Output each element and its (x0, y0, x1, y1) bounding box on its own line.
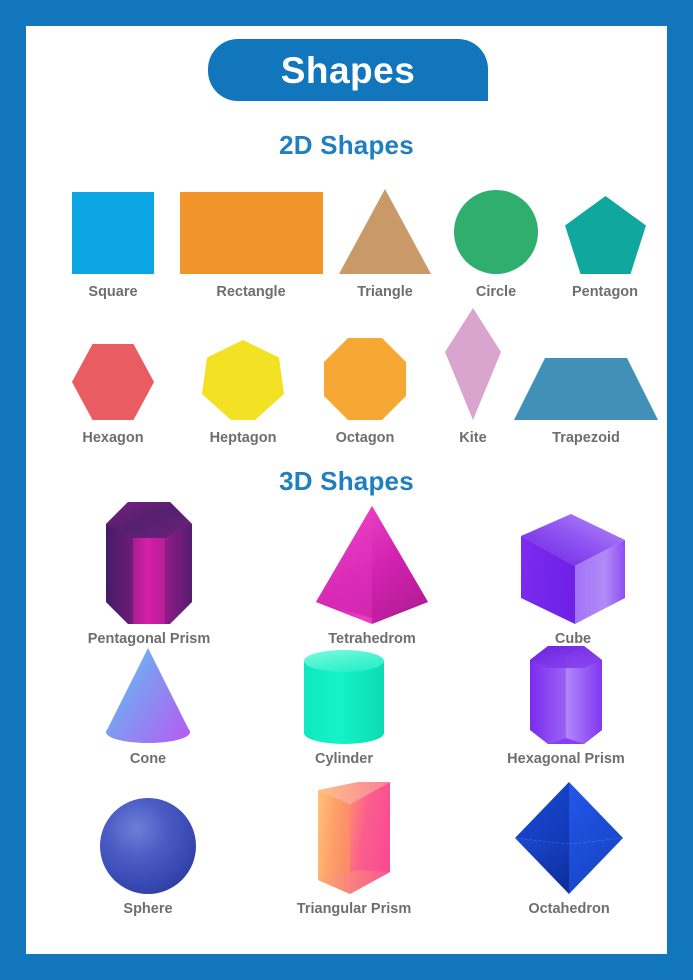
hexagon-shape (72, 320, 154, 420)
shape-label: Trapezoid (552, 430, 620, 446)
square-shape (72, 174, 154, 274)
poster-sheet: Shapes 2D Shapes Square Rectangle Triang… (26, 26, 667, 954)
shape-cell-pentagonal-prism: Pentagonal Prism (44, 496, 254, 647)
shape-label: Cylinder (314, 751, 373, 767)
heptagon-shape (202, 320, 284, 420)
shape-cell-octahedron: Octahedron (474, 778, 664, 917)
shape-label: Circle (475, 284, 517, 300)
tetrahedron-shape (316, 496, 428, 624)
shape-cell-triangular-prism: Triangular Prism (254, 778, 454, 917)
shape-label: Triangular Prism (296, 901, 412, 917)
octahedron-shape (515, 778, 623, 894)
pentagon-shape (564, 174, 646, 274)
shape-cell-trapezoid: Trapezoid (506, 320, 666, 446)
shape-label: Sphere (123, 901, 173, 917)
kite-shape (445, 304, 501, 420)
shape-cell-cube: Cube (488, 496, 658, 647)
trapezoid-shape (514, 320, 658, 420)
circle-shape (454, 174, 538, 274)
shape-label: Heptagon (209, 430, 277, 446)
shape-cell-octagon: Octagon (301, 320, 429, 446)
rectangle-shape (179, 174, 323, 274)
shape-label: Octahedron (528, 901, 610, 917)
shape-label: Pentagon (571, 284, 639, 300)
shape-cell-hexagon: Hexagon (48, 320, 178, 446)
cylinder-shape (304, 644, 384, 744)
shape-cell-tetrahedron: Tetrahedrom (274, 496, 470, 647)
shape-cell-triangle: Triangle (321, 174, 449, 300)
shape-cell-heptagon: Heptagon (178, 320, 308, 446)
shape-cell-circle: Circle (436, 174, 556, 300)
shape-label: Cone (129, 751, 167, 767)
shape-cell-square: Square (48, 174, 178, 300)
shape-cell-hexagonal-prism: Hexagonal Prism (466, 644, 666, 767)
shape-label: Octagon (335, 430, 395, 446)
shape-cell-cylinder: Cylinder (264, 644, 424, 767)
pentagonal-prism-shape (106, 496, 192, 624)
octagon-shape (324, 320, 406, 420)
shape-label: Hexagon (82, 430, 144, 446)
shape-cell-rectangle: Rectangle (172, 174, 330, 300)
triangle-shape (339, 174, 431, 274)
shape-label: Square (88, 284, 138, 300)
cone-shape (102, 644, 194, 744)
cube-shape (521, 496, 625, 624)
section-heading-2d: 2D Shapes (279, 130, 414, 160)
shape-label: Kite (459, 430, 487, 446)
sphere-shape (100, 786, 196, 894)
triangular-prism-shape (318, 778, 390, 894)
hexagonal-prism-shape (530, 644, 602, 744)
shape-cell-pentagon: Pentagon (544, 174, 666, 300)
section-heading-3d: 3D Shapes (279, 466, 414, 496)
shape-label: Rectangle (216, 284, 286, 300)
shapes-poster: Shapes 2D Shapes Square Rectangle Triang… (0, 0, 693, 980)
shape-label: Triangle (357, 284, 413, 300)
shape-cell-sphere: Sphere (58, 786, 238, 917)
shape-cell-cone: Cone (58, 644, 238, 767)
page-title: Shapes (280, 49, 416, 91)
poster-title-banner: Shapes (208, 39, 488, 101)
shape-label: Hexagonal Prism (507, 751, 625, 767)
